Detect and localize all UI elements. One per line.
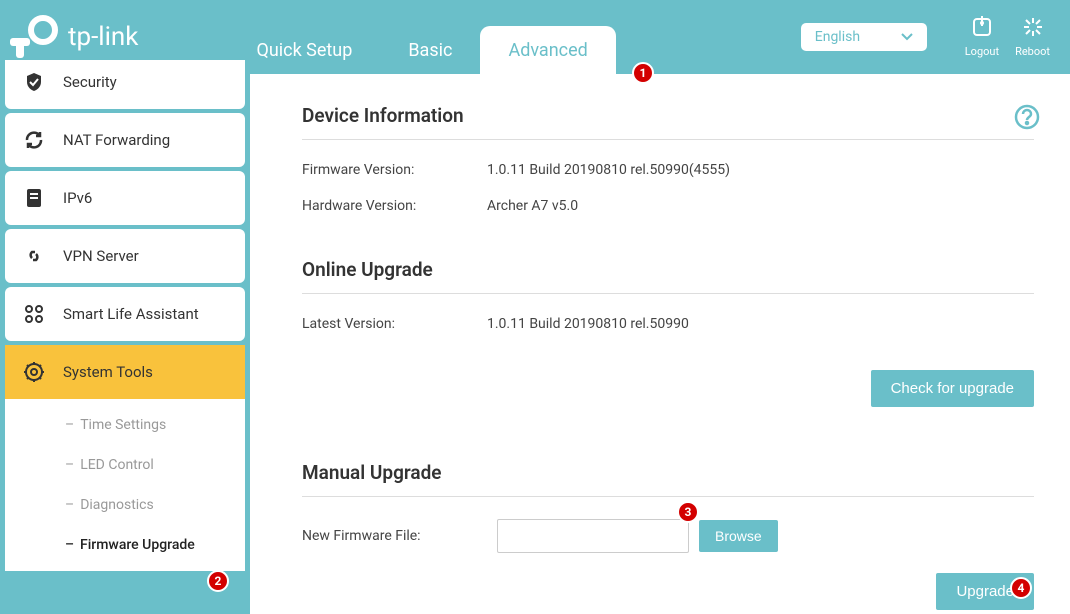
- sidebar-item-label: Security: [63, 73, 117, 91]
- latest-version-value: 1.0.11 Build 20190810 rel.50990: [487, 316, 689, 332]
- tab-quick-setup[interactable]: Quick Setup: [228, 26, 380, 74]
- gear-icon: [23, 361, 45, 383]
- sidebar-item-system-tools[interactable]: System Tools: [5, 345, 245, 399]
- chevron-down-icon: [901, 29, 913, 45]
- sidebar-item-label: VPN Server: [63, 247, 139, 265]
- annotation-marker-1: 1: [632, 62, 654, 84]
- hardware-version-value: Archer A7 v5.0: [487, 198, 578, 214]
- sidebar-item-label: IPv6: [63, 189, 92, 207]
- manual-upgrade-title: Manual Upgrade: [302, 461, 1034, 484]
- firmware-version-value: 1.0.11 Build 20190810 rel.50990(4555): [487, 162, 730, 178]
- subitem-firmware-upgrade[interactable]: – Firmware Upgrade: [5, 525, 245, 565]
- sidebar: Security NAT Forwarding IPv6 VPN Server …: [0, 60, 250, 614]
- sidebar-item-smart-life[interactable]: Smart Life Assistant: [5, 287, 245, 341]
- reboot-icon: [1021, 16, 1045, 41]
- logout-icon: [970, 16, 994, 41]
- check-upgrade-button[interactable]: Check for upgrade: [871, 370, 1034, 407]
- subitem-led-control[interactable]: – LED Control: [5, 445, 245, 485]
- language-value: English: [815, 29, 860, 45]
- sidebar-item-ipv6[interactable]: IPv6: [5, 171, 245, 225]
- sidebar-item-label: NAT Forwarding: [63, 131, 170, 149]
- hardware-version-label: Hardware Version:: [302, 198, 487, 214]
- sidebar-item-vpn-server[interactable]: VPN Server: [5, 229, 245, 283]
- subitem-diagnostics[interactable]: – Diagnostics: [5, 485, 245, 525]
- sidebar-item-security[interactable]: Security: [5, 60, 245, 109]
- annotation-marker-3: 3: [677, 501, 699, 523]
- tplink-logo-icon: [10, 15, 62, 59]
- refresh-icon: [23, 129, 45, 151]
- help-icon[interactable]: [1014, 104, 1040, 134]
- divider: [302, 496, 1034, 497]
- reboot-label: Reboot: [1015, 45, 1050, 58]
- document-icon: [23, 187, 45, 209]
- sidebar-item-nat-forwarding[interactable]: NAT Forwarding: [5, 113, 245, 167]
- tab-basic[interactable]: Basic: [380, 26, 480, 74]
- firmware-version-label: Firmware Version:: [302, 162, 487, 178]
- browse-button[interactable]: Browse: [699, 520, 778, 552]
- sidebar-subitems: – Time Settings – LED Control – Diagnost…: [5, 399, 245, 571]
- link-icon: [23, 245, 45, 267]
- language-selector[interactable]: English: [801, 23, 927, 51]
- reboot-button[interactable]: Reboot: [1015, 16, 1050, 58]
- divider: [302, 139, 1034, 140]
- online-upgrade-title: Online Upgrade: [302, 258, 1034, 281]
- firmware-file-input[interactable]: [497, 519, 689, 553]
- logout-label: Logout: [965, 45, 999, 58]
- grid-icon: [23, 303, 45, 325]
- main-tabs: Quick Setup Basic Advanced: [228, 0, 615, 74]
- sidebar-item-label: Smart Life Assistant: [63, 305, 199, 323]
- main-content: Device Information Firmware Version: 1.0…: [250, 74, 1070, 614]
- annotation-marker-2: 2: [207, 570, 229, 592]
- annotation-marker-4: 4: [1010, 577, 1032, 599]
- subitem-time-settings[interactable]: – Time Settings: [5, 405, 245, 445]
- divider: [302, 293, 1034, 294]
- sidebar-item-label: System Tools: [63, 363, 153, 381]
- latest-version-label: Latest Version:: [302, 316, 487, 332]
- tab-advanced[interactable]: Advanced: [480, 26, 615, 74]
- new-firmware-file-label: New Firmware File:: [302, 528, 487, 544]
- brand-logo: tp-link: [10, 15, 138, 59]
- device-info-title: Device Information: [302, 104, 1034, 127]
- shield-icon: [23, 71, 45, 93]
- logout-button[interactable]: Logout: [965, 16, 999, 58]
- brand-name: tp-link: [68, 22, 138, 52]
